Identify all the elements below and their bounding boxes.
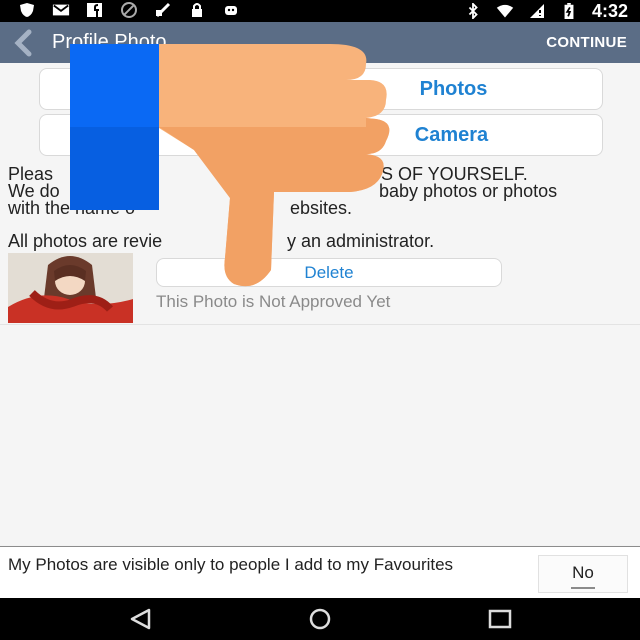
recent-apps-icon[interactable] (486, 608, 514, 630)
wifi-icon (496, 4, 514, 18)
photos-button-label: Photos (419, 78, 488, 100)
back-icon[interactable] (6, 28, 40, 58)
profile-photo-thumbnail[interactable] (8, 253, 133, 323)
android-icon (225, 6, 237, 15)
blocked-icon (121, 2, 137, 18)
visibility-panel: My Photos are visible only to people I a… (0, 546, 640, 599)
visibility-toggle[interactable]: No (538, 555, 628, 593)
shield-icon (20, 3, 34, 17)
visibility-description: My Photos are visible only to people I a… (8, 555, 454, 574)
review-line-left: All photos are revie (8, 231, 163, 251)
divider (0, 324, 640, 325)
continue-button[interactable]: CONTINUE (546, 34, 627, 51)
delete-button-label: Delete (304, 263, 354, 282)
info-line-3-right: ebsites. (290, 198, 353, 218)
info-line-3-left: with the name o (8, 198, 136, 218)
camera-button-label: Camera (414, 124, 489, 146)
main-content: Photos Camera Pleas S OF YOURSELF. We do… (0, 63, 640, 545)
approval-status: This Photo is Not Approved Yet (156, 292, 391, 311)
toggle-underline (571, 587, 595, 589)
no-sim-icon (529, 4, 544, 18)
system-icons: 4:32 (464, 0, 628, 22)
photos-button[interactable]: Photos (39, 68, 603, 110)
back-triangle-icon[interactable] (127, 608, 155, 630)
facebook-icon (87, 3, 102, 17)
visibility-toggle-label: No (572, 563, 594, 582)
page-title: Profile Photo (52, 31, 167, 53)
home-circle-icon[interactable] (306, 608, 334, 630)
bluetooth-icon (468, 3, 478, 19)
mail-icon (52, 4, 70, 16)
status-bar: 4:32 (0, 0, 640, 22)
notification-icons (18, 2, 240, 18)
delete-button[interactable]: Delete (156, 258, 502, 287)
review-line-right: y an administrator. (287, 231, 435, 251)
anime-character-image (8, 253, 133, 323)
info-line-2-right: baby photos or photos (379, 181, 558, 201)
battery-icon (564, 3, 574, 19)
app-bar: Profile Photo CONTINUE (0, 22, 640, 63)
camera-button[interactable]: Camera (39, 114, 603, 156)
navigation-bar (0, 598, 640, 640)
clock: 4:32 (591, 0, 628, 21)
lock-icon (192, 3, 202, 17)
fax-icon (155, 2, 171, 18)
